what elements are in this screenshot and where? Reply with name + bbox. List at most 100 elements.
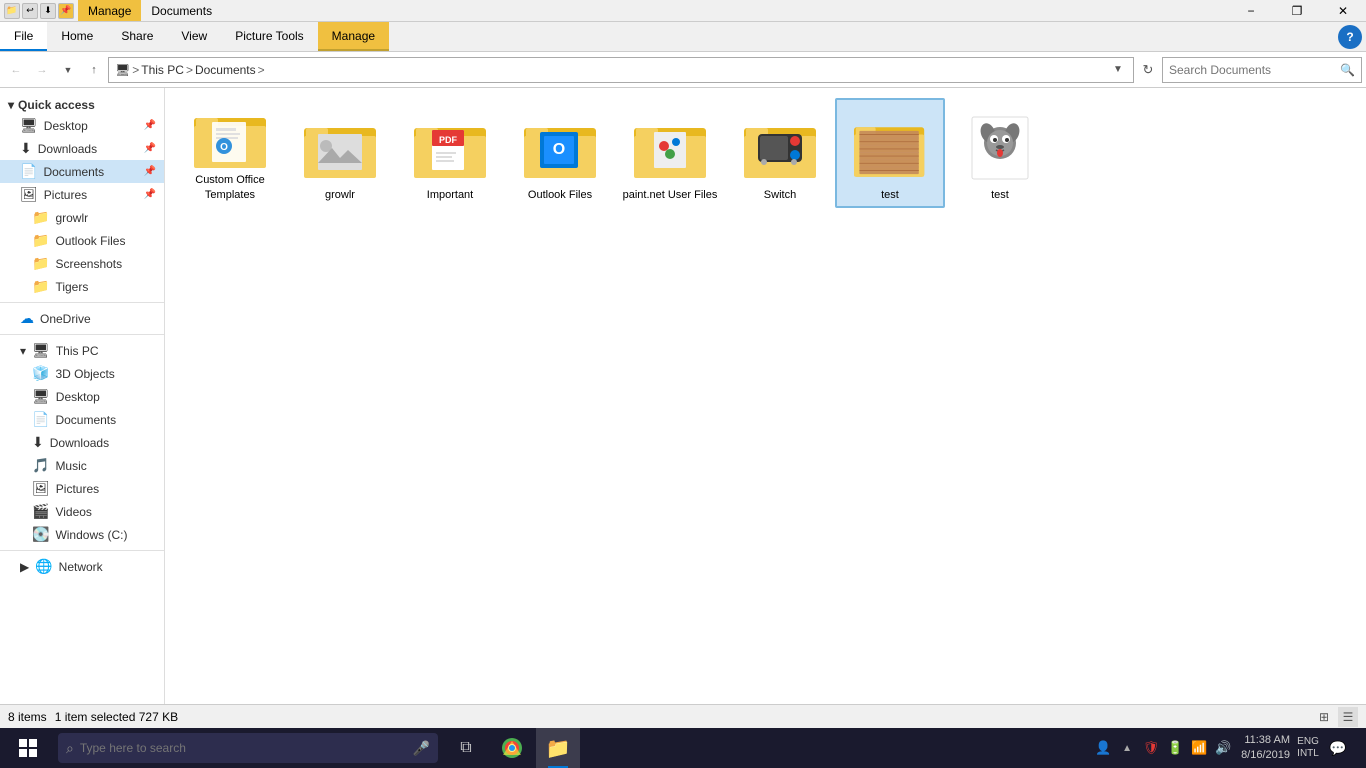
file-item-custom-office[interactable]: O Custom Office Templates bbox=[175, 98, 285, 208]
downloads-pc-icon: ⬇ bbox=[32, 434, 44, 451]
sidebar-item-videos[interactable]: 🎬 Videos bbox=[0, 500, 164, 523]
taskbar-search-box[interactable]: ⌕ 🎤 bbox=[58, 733, 438, 763]
forward-button[interactable]: → bbox=[30, 58, 54, 82]
pin-icon-desktop: 📌 bbox=[144, 120, 156, 131]
quick-access-label: Quick access bbox=[18, 98, 95, 112]
sidebar-label-videos: Videos bbox=[55, 505, 91, 519]
view-list-button[interactable]: ☰ bbox=[1338, 707, 1358, 727]
selected-info: 1 item selected 727 KB bbox=[55, 710, 178, 724]
search-icon[interactable]: 🔍 bbox=[1340, 63, 1355, 77]
sidebar-item-3dobjects[interactable]: 🧊 3D Objects bbox=[0, 362, 164, 385]
quick-icon3[interactable]: 📌 bbox=[58, 3, 74, 19]
network-icon: 🌐 bbox=[35, 558, 52, 575]
sidebar-item-outlook-files[interactable]: 📁 Outlook Files bbox=[0, 229, 164, 252]
view-tiles-button[interactable]: ⊞ bbox=[1314, 707, 1334, 727]
sidebar-label-outlook: Outlook Files bbox=[55, 234, 125, 248]
path-part-documents[interactable]: Documents bbox=[195, 63, 256, 77]
tray-volume-icon[interactable]: 🔊 bbox=[1213, 738, 1233, 758]
address-path[interactable]: 🖥 > This PC > Documents > ▼ bbox=[108, 57, 1134, 83]
close-button[interactable]: ✕ bbox=[1320, 0, 1366, 22]
folder-icon-growlr-main bbox=[304, 112, 376, 184]
folder-icon-important: PDF bbox=[414, 112, 486, 184]
svg-text:O: O bbox=[220, 142, 228, 153]
status-right: ⊞ ☰ bbox=[1314, 707, 1358, 727]
taskbar-app-explorer[interactable]: 📁 bbox=[536, 728, 580, 768]
sidebar-item-windows-c[interactable]: 💽 Windows (C:) bbox=[0, 523, 164, 546]
sidebar-item-documents-pc[interactable]: 📄 Documents bbox=[0, 408, 164, 431]
sidebar-item-documents[interactable]: 📄 Documents 📌 bbox=[0, 160, 164, 183]
minimize-button[interactable]: − bbox=[1228, 0, 1274, 22]
sidebar-item-downloads-pc[interactable]: ⬇ Downloads bbox=[0, 431, 164, 454]
tab-picture-tools[interactable]: Picture Tools bbox=[221, 22, 317, 51]
tray-antivirus-icon[interactable]: 🛡 bbox=[1141, 738, 1161, 758]
tab-home[interactable]: Home bbox=[47, 22, 107, 51]
address-dropdown-arrow[interactable]: ▼ bbox=[1109, 64, 1127, 75]
sidebar-item-downloads[interactable]: ⬇ Downloads 📌 bbox=[0, 137, 164, 160]
tray-people-icon[interactable]: 👤 bbox=[1093, 738, 1113, 758]
file-item-important[interactable]: PDF Important bbox=[395, 98, 505, 208]
sidebar-item-tigers[interactable]: 📁 Tigers bbox=[0, 275, 164, 298]
sidebar-item-desktop-pc[interactable]: 🖥 Desktop bbox=[0, 385, 164, 408]
sidebar-item-thispc[interactable]: ▾ 🖥 This PC bbox=[0, 339, 164, 362]
sidebar-item-screenshots[interactable]: 📁 Screenshots bbox=[0, 252, 164, 275]
sidebar-item-label-pictures: Pictures bbox=[44, 188, 87, 202]
taskbar-app-chrome[interactable] bbox=[490, 728, 534, 768]
quick-icon2[interactable]: ⬇ bbox=[40, 3, 56, 19]
taskbar-search-input[interactable] bbox=[80, 741, 407, 755]
clock-time: 11:38 AM bbox=[1241, 733, 1290, 748]
maximize-button[interactable]: ❐ bbox=[1274, 0, 1320, 22]
sidebar-divider-1 bbox=[0, 302, 164, 303]
file-item-test-folder[interactable]: test bbox=[835, 98, 945, 208]
file-item-paintnet[interactable]: paint.net User Files bbox=[615, 98, 725, 208]
file-item-outlook[interactable]: O Outlook Files bbox=[505, 98, 615, 208]
sidebar-item-pictures[interactable]: 🖼 Pictures 📌 bbox=[0, 183, 164, 206]
notification-button[interactable]: 💬 bbox=[1322, 728, 1354, 768]
quick-icon1[interactable]: ↩ bbox=[22, 3, 38, 19]
sidebar: ▾ Quick access 🖥 Desktop 📌 ⬇ Downloads 📌… bbox=[0, 88, 165, 704]
ribbon-tab-manage-title: Manage bbox=[78, 0, 141, 21]
network-arrow: ▶ bbox=[20, 560, 29, 574]
up-button[interactable]: ↑ bbox=[82, 58, 106, 82]
tab-file[interactable]: File bbox=[0, 22, 47, 51]
sidebar-item-growlr[interactable]: 📁 growlr bbox=[0, 206, 164, 229]
search-input[interactable] bbox=[1169, 63, 1336, 77]
folder-icon-outlook-main: O bbox=[524, 112, 596, 184]
sidebar-item-pictures-pc[interactable]: 🖼 Pictures bbox=[0, 477, 164, 500]
sidebar-divider-3 bbox=[0, 550, 164, 551]
sidebar-item-desktop[interactable]: 🖥 Desktop 📌 bbox=[0, 114, 164, 137]
item-count: 8 items bbox=[8, 710, 47, 724]
sidebar-quick-access-header[interactable]: ▾ Quick access bbox=[0, 92, 164, 114]
taskbar-apps: 📁 bbox=[490, 728, 580, 768]
microphone-icon[interactable]: 🎤 bbox=[413, 740, 430, 757]
refresh-button[interactable]: ↻ bbox=[1136, 58, 1160, 82]
sidebar-item-onedrive[interactable]: ☁ OneDrive bbox=[0, 307, 164, 330]
back-button[interactable]: ← bbox=[4, 58, 28, 82]
file-item-growlr[interactable]: growlr bbox=[285, 98, 395, 208]
tab-view[interactable]: View bbox=[167, 22, 221, 51]
sidebar-item-network[interactable]: ▶ 🌐 Network bbox=[0, 555, 164, 578]
path-part-thispc[interactable]: This PC bbox=[141, 63, 184, 77]
tray-network-icon[interactable]: 📶 bbox=[1189, 738, 1209, 758]
taskbar-clock[interactable]: 11:38 AM 8/16/2019 bbox=[1237, 733, 1294, 764]
sidebar-label-tigers: Tigers bbox=[55, 280, 88, 294]
start-button[interactable] bbox=[4, 728, 52, 768]
tab-manage[interactable]: Manage bbox=[318, 22, 389, 51]
folder-icon-test bbox=[854, 112, 926, 184]
file-item-test-file[interactable]: test bbox=[945, 98, 1055, 208]
tray-battery-icon[interactable]: 🔋 bbox=[1165, 738, 1185, 758]
file-item-switch[interactable]: Switch bbox=[725, 98, 835, 208]
dropdown-button[interactable]: ▼ bbox=[56, 58, 80, 82]
lang-indicator[interactable]: ENGINTL bbox=[1298, 738, 1318, 758]
folder-icon-tigers: 📁 bbox=[32, 278, 49, 295]
help-button[interactable]: ? bbox=[1338, 25, 1362, 49]
file-label-growlr: growlr bbox=[325, 188, 355, 202]
tray-chevron[interactable]: ▲ bbox=[1117, 738, 1137, 758]
quick-access-arrow: ▾ bbox=[8, 98, 14, 112]
downloads-icon: ⬇ bbox=[20, 140, 32, 157]
taskbar-app-taskview[interactable]: ⧉ bbox=[444, 728, 488, 768]
sidebar-item-music[interactable]: 🎵 Music bbox=[0, 454, 164, 477]
tab-share[interactable]: Share bbox=[107, 22, 167, 51]
sidebar-item-label-documents: Documents bbox=[43, 165, 104, 179]
pin-icon-downloads: 📌 bbox=[144, 143, 156, 154]
search-box[interactable]: 🔍 bbox=[1162, 57, 1362, 83]
